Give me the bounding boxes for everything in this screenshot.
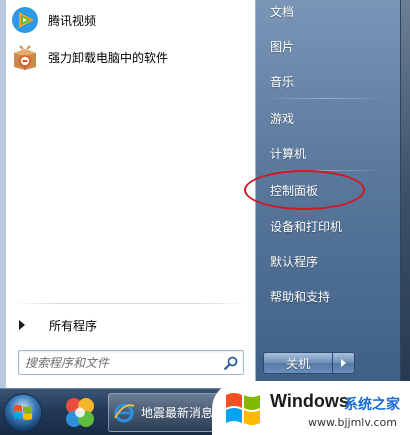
desktop-background-strip <box>401 0 410 388</box>
tencent-video-icon <box>12 7 38 33</box>
shutdown-options-button[interactable] <box>333 352 355 374</box>
watermark: Windows 系统之家 www.bjjmlv.com <box>212 381 410 435</box>
right-item-games[interactable]: 游戏 <box>262 104 390 132</box>
uninstaller-box-icon <box>14 45 36 70</box>
all-programs-label: 所有程序 <box>49 318 98 333</box>
search-icon[interactable] <box>224 356 238 370</box>
windows-start-orb-icon[interactable] <box>2 392 44 434</box>
watermark-cn-text: 系统之家 <box>344 397 400 413</box>
watermark-brand: Windows <box>270 391 349 411</box>
internet-explorer-icon <box>114 403 135 422</box>
right-item-music[interactable]: 音乐 <box>262 67 390 95</box>
triangle-right-icon <box>341 359 346 367</box>
watermark-url: www.bjjmlv.com <box>308 416 397 429</box>
triangle-right-icon <box>19 320 25 330</box>
right-item-pictures[interactable]: 图片 <box>262 32 390 60</box>
right-item-default-programs[interactable]: 默认程序 <box>262 247 390 275</box>
shutdown-group: 关机 <box>263 352 355 374</box>
program-item-tencent-video[interactable]: 腾讯视频 <box>6 2 256 38</box>
search-input[interactable] <box>19 351 219 374</box>
start-menu-left-pane: 腾讯视频 强力卸载电脑中的软件 所有程序 <box>0 0 256 388</box>
ie-task-label: 地震最新消息 <box>141 406 214 420</box>
search-box[interactable] <box>18 350 244 375</box>
right-item-control-panel[interactable]: 控制面板 <box>262 176 390 204</box>
right-item-help-support[interactable]: 帮助和支持 <box>262 282 390 310</box>
right-item-documents[interactable]: 文档 <box>262 0 390 25</box>
colorful-app-icon[interactable] <box>60 394 100 432</box>
right-separator <box>266 170 386 171</box>
right-item-devices-printers[interactable]: 设备和打印机 <box>262 212 390 240</box>
all-programs-button[interactable]: 所有程序 <box>6 311 256 339</box>
left-divider <box>12 303 247 304</box>
right-item-computer[interactable]: 计算机 <box>262 139 390 167</box>
program-label: 腾讯视频 <box>48 13 97 28</box>
taskbar-ie-window[interactable]: 地震最新消息 <box>108 393 218 432</box>
shutdown-button[interactable]: 关机 <box>263 352 333 374</box>
windows-logo-icon <box>226 393 260 425</box>
program-label: 强力卸载电脑中的软件 <box>48 50 169 65</box>
right-separator <box>266 98 386 99</box>
program-item-uninstaller[interactable]: 强力卸载电脑中的软件 <box>6 39 256 75</box>
